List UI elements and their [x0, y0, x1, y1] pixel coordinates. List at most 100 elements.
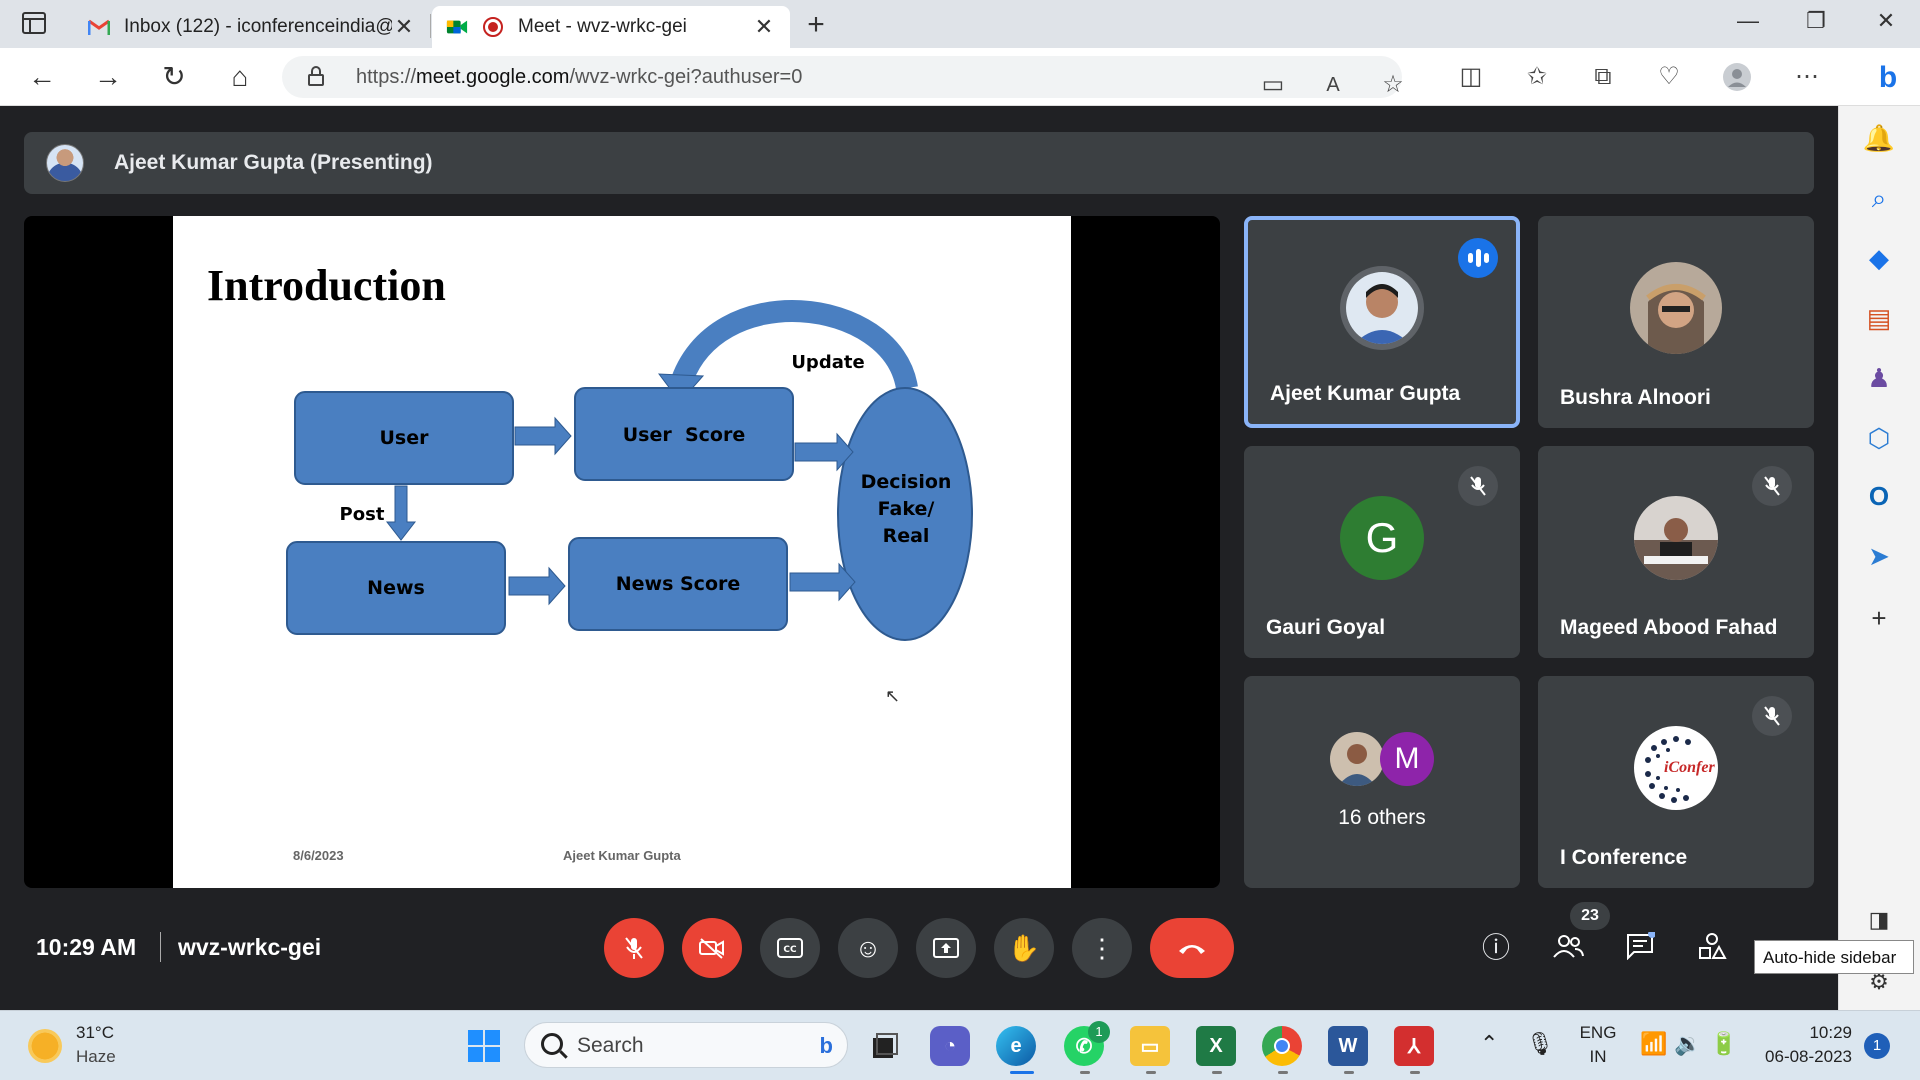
games-icon[interactable]: ♟	[1861, 360, 1897, 396]
leave-call-button[interactable]	[1150, 918, 1234, 978]
task-view-icon[interactable]	[864, 1026, 904, 1066]
wifi-icon[interactable]: 📶	[1640, 1031, 1667, 1057]
weather-temperature[interactable]: 31°C	[76, 1023, 114, 1043]
favorites-icon[interactable]: ✩	[1522, 62, 1552, 92]
running-indicator	[1344, 1071, 1354, 1074]
shopping-tag-icon[interactable]: ◆	[1861, 240, 1897, 276]
microsoft-365-icon[interactable]: ⬡	[1861, 420, 1897, 456]
microphone-toggle-button[interactable]	[604, 918, 664, 978]
meeting-code[interactable]: wvz-wrkc-gei	[178, 934, 321, 961]
excel-icon[interactable]: X	[1196, 1026, 1236, 1066]
emoji-reaction-button[interactable]: ☺	[838, 918, 898, 978]
microphone-muted-icon	[1752, 466, 1792, 506]
more-options-button[interactable]: ⋮	[1072, 918, 1132, 978]
slide-footer-date: 8/6/2023	[293, 848, 344, 863]
microphone-tray-icon[interactable]: 🎙	[1526, 1031, 1554, 1057]
participant-name: I Conference	[1560, 846, 1688, 869]
close-window-icon[interactable]: ✕	[1866, 8, 1906, 34]
avatar	[1340, 266, 1424, 350]
participant-tile[interactable]: G Gauri Goyal	[1244, 446, 1520, 658]
edge-sidebar: 🔔 ⌕ ◆ ▤ ♟ ⬡ O ➤ + ◨ ⚙	[1838, 106, 1920, 1010]
restore-window-icon[interactable]: ❐	[1796, 8, 1836, 34]
clock-date[interactable]: 06-08-2023	[1740, 1047, 1852, 1067]
presenter-avatar	[46, 144, 84, 182]
acrobat-reader-icon[interactable]: ⅄	[1394, 1026, 1434, 1066]
search-icon[interactable]: ⌕	[1861, 180, 1897, 216]
back-button[interactable]: ←	[24, 60, 60, 96]
avatar-initial: M	[1380, 732, 1434, 786]
home-button[interactable]: ⌂	[222, 60, 258, 96]
close-tab-icon[interactable]: ✕	[752, 14, 776, 40]
split-screen-icon[interactable]: ◫	[1456, 62, 1486, 92]
volume-icon[interactable]: 🔉	[1674, 1031, 1701, 1057]
participant-tile[interactable]: Bushra Alnoori	[1538, 216, 1814, 428]
windows-start-icon[interactable]	[464, 1026, 504, 1066]
bing-copilot-icon[interactable]: b	[1866, 56, 1910, 100]
weather-condition[interactable]: Haze	[76, 1047, 116, 1067]
participant-name: Mageed Abood Fahad	[1560, 616, 1778, 639]
favorite-star-icon[interactable]: ☆	[1378, 70, 1408, 100]
notification-count-badge[interactable]: 1	[1864, 1033, 1890, 1059]
camera-permission-icon[interactable]: ▭	[1258, 70, 1288, 100]
lock-icon[interactable]	[308, 66, 324, 86]
raise-hand-button[interactable]: ✋	[994, 918, 1054, 978]
participant-tile[interactable]: iConfer I Conference	[1538, 676, 1814, 888]
people-button[interactable]	[1546, 924, 1590, 968]
url-scheme: https://	[356, 66, 417, 88]
recording-icon	[482, 16, 504, 38]
url-text[interactable]: https://meet.google.com/wvz-wrkc-gei?aut…	[356, 66, 802, 89]
tools-icon[interactable]: ▤	[1861, 300, 1897, 336]
clock-time[interactable]: 10:29	[1756, 1023, 1852, 1043]
others-tile[interactable]: M 16 others	[1244, 676, 1520, 888]
captions-button[interactable]: CC	[760, 918, 820, 978]
meet-icon	[446, 16, 468, 38]
settings-more-icon[interactable]: ⋯	[1792, 62, 1822, 92]
participant-name: Ajeet Kumar Gupta	[1270, 382, 1461, 405]
chrome-icon[interactable]	[1262, 1026, 1302, 1066]
file-explorer-icon[interactable]: ▭	[1130, 1026, 1170, 1066]
edge-browser-icon[interactable]: e	[996, 1026, 1036, 1066]
tab-actions-icon[interactable]	[22, 12, 46, 34]
new-tab-button[interactable]: +	[800, 8, 832, 42]
language-code[interactable]: ENG	[1578, 1023, 1618, 1043]
camera-toggle-button[interactable]	[682, 918, 742, 978]
profile-avatar-icon[interactable]	[1722, 62, 1752, 92]
read-aloud-icon[interactable]: A	[1318, 70, 1348, 100]
meet-main: Ajeet Kumar Gupta (Presenting) Introduct…	[0, 106, 1838, 1010]
taskbar-search[interactable]: Search b	[524, 1022, 848, 1068]
user-score-label: User Score	[623, 424, 745, 446]
meeting-time: 10:29 AM	[36, 934, 137, 960]
forward-button[interactable]: →	[90, 60, 126, 96]
notification-bell-icon[interactable]: 🔔	[1861, 120, 1897, 156]
add-sidebar-app-icon[interactable]: +	[1861, 600, 1897, 636]
weather-haze-icon[interactable]	[28, 1029, 62, 1063]
participant-tile[interactable]: Ajeet Kumar Gupta	[1244, 216, 1520, 428]
activities-button[interactable]	[1690, 924, 1734, 968]
participant-tile[interactable]: Mageed Abood Fahad	[1538, 446, 1814, 658]
language-region[interactable]: IN	[1578, 1047, 1618, 1067]
drop-send-icon[interactable]: ➤	[1861, 538, 1897, 574]
tab-gmail-inbox[interactable]: Inbox (122) - iconferenceindia@g ✕	[74, 6, 430, 48]
chat-button[interactable]	[1618, 924, 1662, 968]
tab-title: Meet - wvz-wrkc-gei	[518, 16, 687, 37]
tab-meet[interactable]: Meet - wvz-wrkc-gei ✕	[432, 6, 790, 48]
refresh-button[interactable]: ↻	[156, 60, 192, 96]
address-bar[interactable]: https://meet.google.com/wvz-wrkc-gei?aut…	[282, 56, 1404, 100]
teams-chat-icon[interactable]: ◔	[930, 1026, 970, 1066]
divider	[160, 932, 161, 962]
present-screen-button[interactable]	[916, 918, 976, 978]
browser-essentials-icon[interactable]: ♡	[1654, 62, 1684, 92]
outlook-icon[interactable]: O	[1861, 478, 1897, 514]
battery-icon[interactable]: 🔋	[1710, 1031, 1737, 1057]
presentation-stage[interactable]: Introduction User User Score News News S…	[24, 216, 1220, 888]
running-indicator	[1080, 1071, 1090, 1074]
show-hidden-icons-chevron-icon[interactable]: ⌃	[1480, 1031, 1498, 1057]
auto-hide-sidebar-icon[interactable]: ◨	[1861, 902, 1897, 938]
close-tab-icon[interactable]: ✕	[392, 14, 416, 40]
collections-icon[interactable]: ⧉	[1588, 62, 1618, 92]
minimize-window-icon[interactable]: —	[1728, 8, 1768, 34]
word-icon[interactable]: W	[1328, 1026, 1368, 1066]
tab-divider	[430, 14, 431, 38]
meeting-details-button[interactable]: ⓘ	[1474, 924, 1518, 968]
iconference-logo-text: iConfer	[1664, 759, 1715, 776]
